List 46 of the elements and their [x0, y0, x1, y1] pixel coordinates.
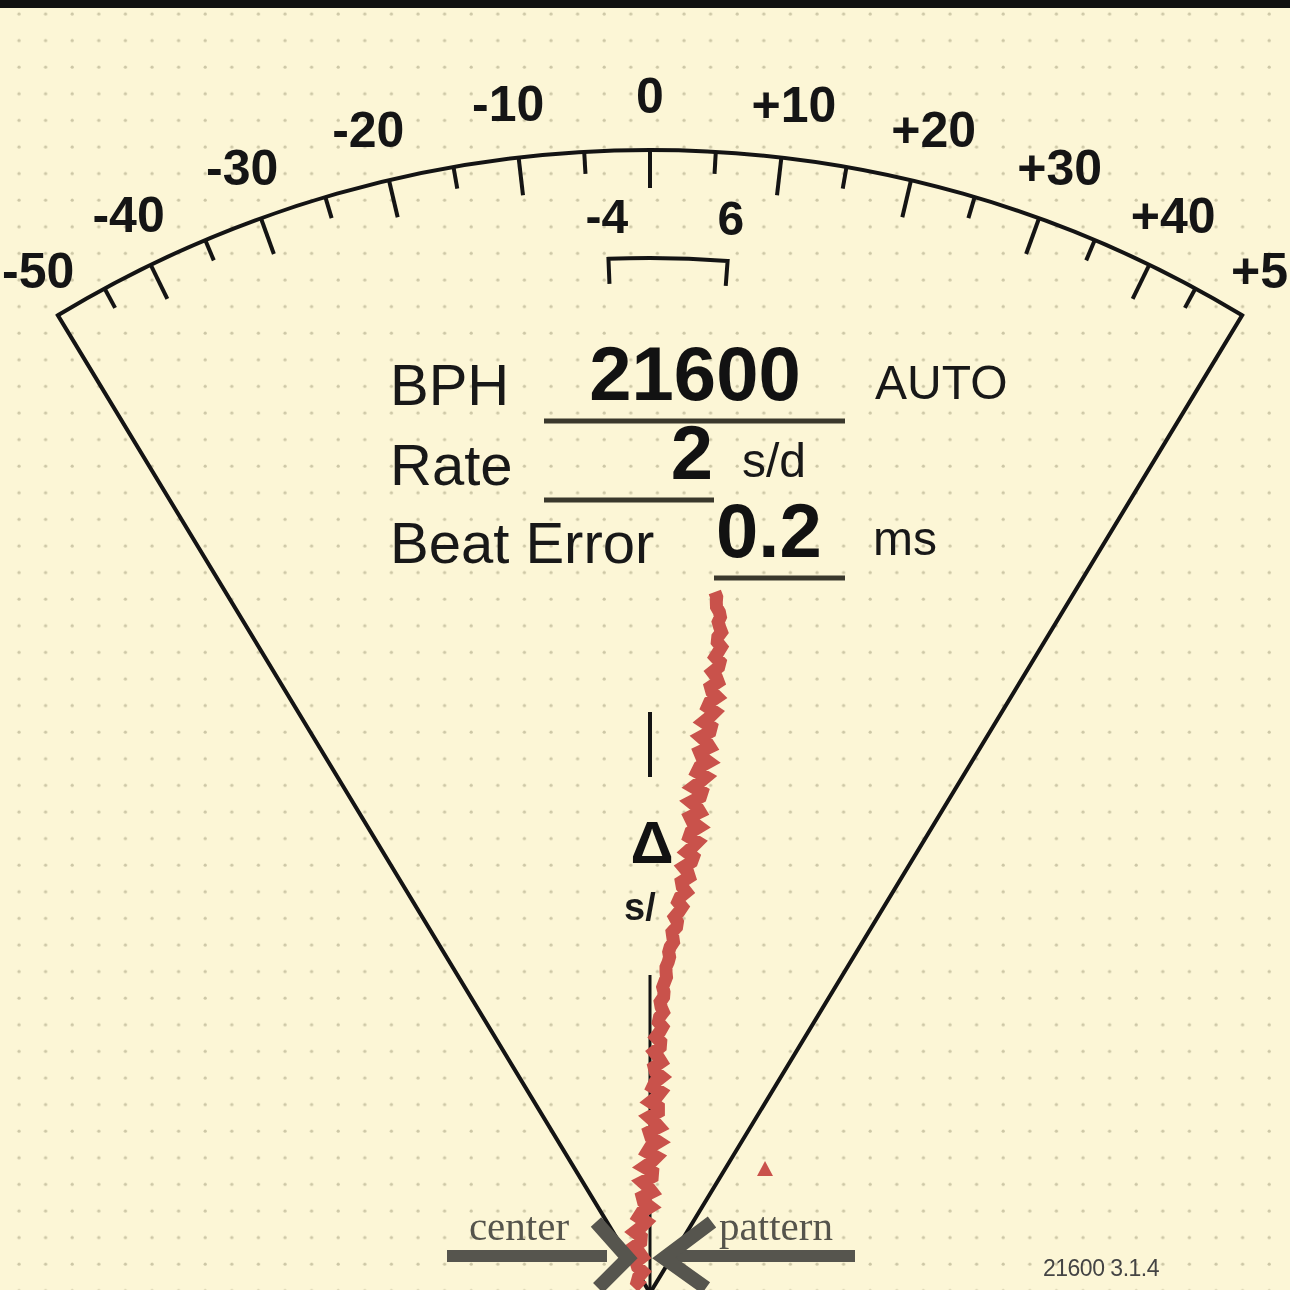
scale-tick: [387, 179, 400, 218]
scale-tick: [775, 157, 784, 196]
scale-tick: [203, 239, 216, 262]
reading-label: BPH: [390, 352, 510, 417]
arrow-label: center: [468, 1203, 570, 1249]
scale-tick: [582, 151, 588, 174]
scale-label: +30: [1017, 140, 1103, 197]
scale-label: 0: [636, 68, 664, 124]
scale-tick: [148, 263, 170, 300]
scale-tick: [451, 166, 460, 190]
range-label: 6: [717, 192, 745, 246]
scale-label: -10: [472, 76, 545, 133]
delta-symbol: Δ: [630, 809, 674, 876]
scale-tick: [840, 166, 849, 190]
scale-label: -50: [2, 243, 75, 300]
scale-tick: [516, 157, 525, 196]
axis-unit-label: s/: [624, 886, 656, 928]
scale-tick: [900, 179, 913, 218]
scale-tick: [323, 196, 334, 219]
scale-label: -30: [206, 139, 279, 196]
reading-value: 0.2: [716, 488, 822, 573]
scale-tick: [1130, 263, 1152, 300]
reading-label: Rate: [390, 432, 513, 497]
scale-label: +10: [751, 76, 837, 133]
reading-unit: AUTO: [875, 356, 1008, 409]
reading-unit: ms: [873, 512, 937, 565]
scale-tick: [966, 196, 977, 219]
scale-label: +40: [1130, 188, 1216, 245]
version-label: 21600 3.1.4: [1043, 1255, 1159, 1281]
scale-label: +20: [891, 102, 977, 159]
scale-tick: [259, 217, 276, 255]
center-line: [648, 712, 652, 777]
scale-tick: [1084, 239, 1097, 262]
scale-tick: [1024, 217, 1041, 255]
scale-label: -40: [92, 187, 165, 244]
reading-unit: s/d: [742, 434, 807, 487]
scale-tick: [648, 150, 652, 188]
triangle-marker-icon: [757, 1161, 773, 1176]
scale-tick: [1183, 287, 1198, 309]
scale-tick: [712, 151, 718, 174]
scale-tick: [102, 287, 117, 309]
range-label: -4: [585, 189, 629, 243]
scale-label: -20: [332, 101, 405, 158]
arrow-label: pattern: [719, 1203, 833, 1249]
reading-label: Beat Error: [390, 510, 655, 575]
scale-label: +5: [1231, 243, 1288, 300]
